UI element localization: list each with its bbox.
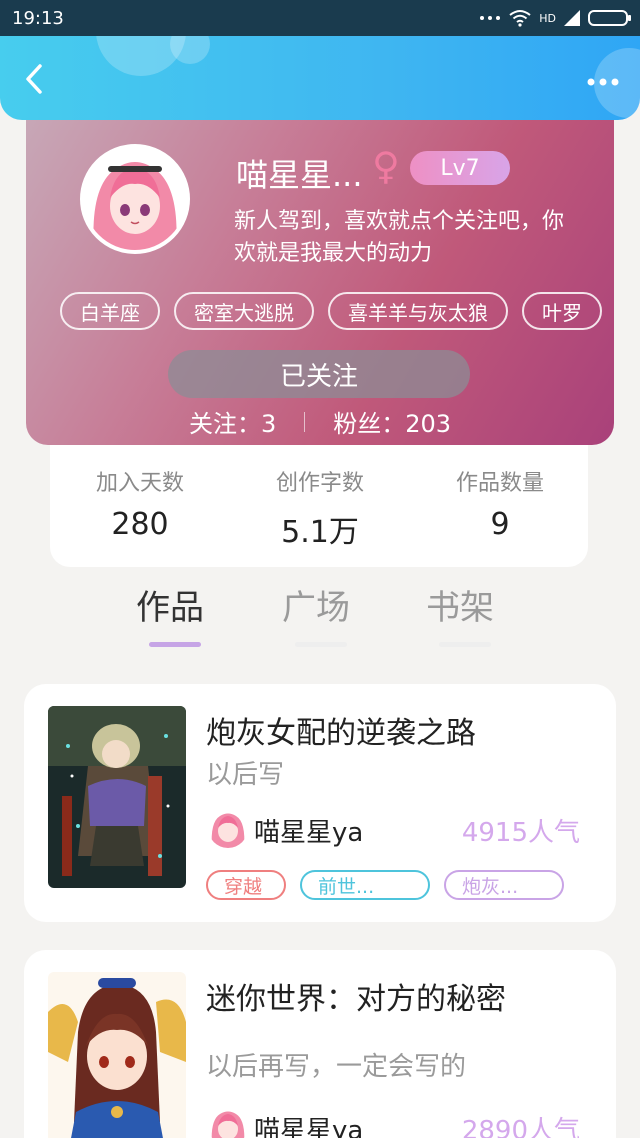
avatar-image <box>84 148 186 250</box>
tab-bookshelf[interactable]: 书架 <box>426 580 494 629</box>
signal-icon <box>564 10 580 26</box>
popularity-count: 4915人气 <box>461 818 580 848</box>
profile-bio: 新人驾到，喜欢就点个关注吧，你 欢就是我最大的动力 <box>234 206 614 270</box>
back-button[interactable] <box>20 64 50 94</box>
author-avatar <box>208 808 248 848</box>
tab-indicator <box>439 642 491 647</box>
content-tabs: 作品 广场 书架 <box>0 580 640 650</box>
status-icons: HD <box>479 9 631 27</box>
author-row: 喵星星ya 2890人气 <box>206 1106 586 1138</box>
book-title[interactable]: 迷你世界：对方的秘密 <box>206 974 506 1018</box>
book-tags: 穿越 前世... 炮灰... <box>206 870 564 900</box>
tab-works[interactable]: 作品 <box>136 580 204 629</box>
fans-count[interactable]: 粉丝：203 <box>333 404 451 439</box>
chevron-left-icon <box>26 64 42 94</box>
interest-tag[interactable]: 喜羊羊与灰太狼 <box>328 292 508 330</box>
stat-work-count: 作品数量 9 <box>430 465 570 542</box>
wifi-icon <box>509 10 531 27</box>
interest-tag[interactable]: 叶罗 <box>522 292 602 330</box>
tab-square[interactable]: 广场 <box>282 580 350 629</box>
more-dots-icon <box>587 78 619 86</box>
divider <box>304 411 306 432</box>
interest-tag[interactable]: 白羊座 <box>60 292 160 330</box>
following-label: 关注： <box>188 410 261 438</box>
avatar[interactable] <box>80 144 190 254</box>
book-tag[interactable]: 炮灰... <box>444 870 564 900</box>
tab-indicator <box>295 642 347 647</box>
book-card[interactable]: 炮灰女配的逆袭之路 以后写 喵星星ya 4915人气 穿越 前世... 炮灰..… <box>24 684 616 922</box>
network-label: HD <box>539 11 556 25</box>
book-cover[interactable] <box>48 972 186 1138</box>
book-cover[interactable] <box>48 706 186 888</box>
stat-value: 280 <box>111 507 169 542</box>
status-bar: 19:13 HD <box>0 0 640 36</box>
female-icon: ♀ <box>372 144 400 188</box>
following-count[interactable]: 关注：3 <box>189 404 276 439</box>
top-header <box>0 36 640 120</box>
interest-tag[interactable]: 密室大逃脱 <box>174 292 314 330</box>
stat-value: 5.1万 <box>281 515 359 550</box>
book-card[interactable]: 迷你世界：对方的秘密 以后再写，一定会写的 喵星星ya 2890人气 <box>24 950 616 1138</box>
stat-value: 9 <box>490 507 510 542</box>
cover-image <box>48 706 186 888</box>
author-avatar-image <box>208 1106 248 1138</box>
decor-bubble <box>170 36 210 64</box>
popularity-count: 2890人气 <box>461 1116 580 1138</box>
follow-button[interactable]: 已关注 <box>168 350 470 398</box>
battery-icon <box>588 10 631 26</box>
cover-image <box>48 972 186 1138</box>
book-description: 以后再写，一定会写的 <box>206 1052 467 1082</box>
stat-label: 加入天数 <box>95 471 184 496</box>
status-time: 19:13 <box>12 7 64 29</box>
book-description: 以后写 <box>206 760 285 790</box>
more-button[interactable] <box>586 66 620 87</box>
fans-value: 203 <box>405 410 452 438</box>
fans-label: 粉丝： <box>333 410 406 438</box>
stat-join-days: 加入天数 280 <box>70 465 210 542</box>
author-row: 喵星星ya 4915人气 <box>206 808 586 848</box>
stat-label: 作品数量 <box>455 471 544 496</box>
interest-tags: 白羊座 密室大逃脱 喜羊羊与灰太狼 叶罗 <box>60 292 602 330</box>
profile-name: 喵星星... <box>236 156 363 194</box>
book-title[interactable]: 炮灰女配的逆袭之路 <box>206 708 476 752</box>
author-avatar-image <box>208 808 248 848</box>
profile-card: 喵星星... ♀ Lv7 新人驾到，喜欢就点个关注吧，你 欢就是我最大的动力 白… <box>26 100 614 445</box>
stats-card: 加入天数 280 创作字数 5.1万 作品数量 9 <box>50 445 588 567</box>
book-tag[interactable]: 穿越 <box>206 870 286 900</box>
book-tag[interactable]: 前世... <box>300 870 430 900</box>
author-avatar <box>208 1106 248 1138</box>
stat-label: 创作字数 <box>275 471 364 496</box>
bio-line: 欢就是我最大的动力 <box>234 241 433 266</box>
tab-indicator <box>149 642 201 647</box>
stat-word-count: 创作字数 5.1万 <box>250 465 390 551</box>
author-name: 喵星星ya <box>254 1116 364 1138</box>
follow-counts: 关注：3 粉丝：203 <box>26 404 614 439</box>
level-badge: Lv7 <box>410 151 510 185</box>
bio-line: 新人驾到，喜欢就点个关注吧，你 <box>234 209 565 234</box>
author-name: 喵星星ya <box>254 818 364 848</box>
following-value: 3 <box>260 410 277 438</box>
dots-icon <box>480 16 501 20</box>
